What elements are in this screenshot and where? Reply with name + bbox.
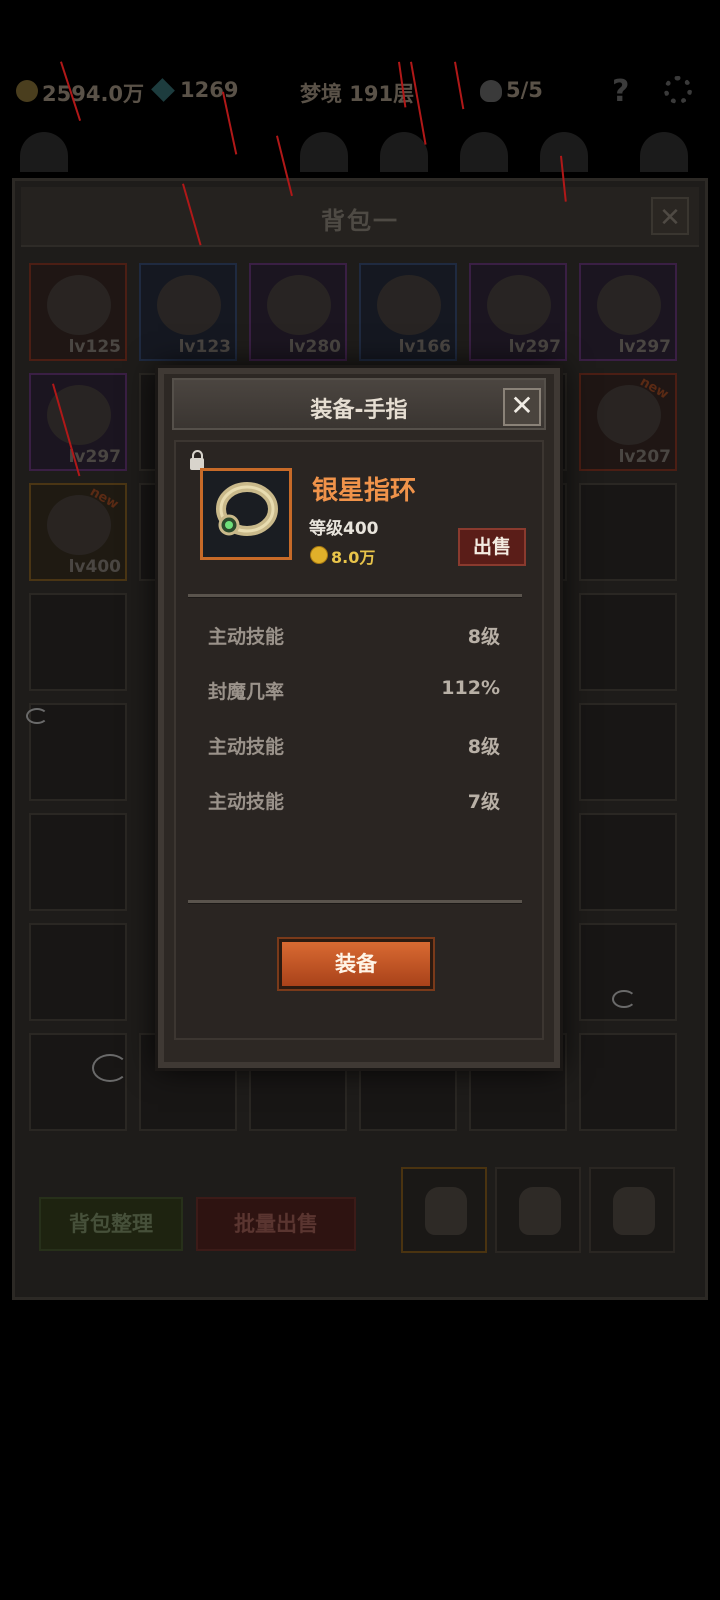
ring-icon: [216, 482, 278, 536]
wind-swirl: [26, 708, 48, 724]
hero-slot[interactable]: [640, 132, 688, 172]
bulk-sell-button[interactable]: 批量出售: [196, 1197, 356, 1251]
gold-amount: 2594.0万: [42, 82, 145, 106]
bag-slot[interactable]: [29, 593, 127, 691]
stat-value: 7级: [467, 791, 500, 813]
item-level: lv297: [618, 337, 671, 357]
hero-slot[interactable]: [460, 132, 508, 172]
equipment-dialog: 装备-手指 ✕ 银星指环 等级400 8.0万 出售 主动技能 8级 封魔几率 …: [158, 368, 560, 1068]
hero-slot[interactable]: [380, 132, 428, 172]
divider: [188, 594, 522, 598]
wind-swirl: [92, 1054, 128, 1082]
helmet-icon: [487, 275, 551, 335]
stat-value: 8级: [467, 626, 500, 648]
bag-tab-2[interactable]: [495, 1167, 581, 1253]
bag-slot[interactable]: [29, 813, 127, 911]
amulet-icon: [267, 275, 331, 335]
item-icon-frame: [200, 468, 292, 560]
bag-icon: [519, 1187, 561, 1235]
bag-slot[interactable]: lv125: [29, 263, 127, 361]
bag-slot[interactable]: lv123: [139, 263, 237, 361]
hat-icon: [47, 275, 111, 335]
hood-icon: [157, 275, 221, 335]
bag-tab-1[interactable]: [401, 1167, 487, 1253]
bag-slot[interactable]: lv166: [359, 263, 457, 361]
item-level: lv400: [68, 557, 121, 577]
divider: [188, 900, 522, 904]
close-button[interactable]: ✕: [503, 388, 541, 426]
bag-slot[interactable]: [579, 483, 677, 581]
dialog-body: 银星指环 等级400 8.0万 出售 主动技能 8级 封魔几率 112% 主动技…: [174, 440, 544, 1040]
bag-slot[interactable]: [579, 1033, 677, 1131]
item-level: lv280: [288, 337, 341, 357]
bag-slot[interactable]: new lv400: [29, 483, 127, 581]
bag-slot[interactable]: [579, 813, 677, 911]
bag-slot[interactable]: [29, 1033, 127, 1131]
stat-value: 8级: [467, 736, 500, 758]
wind-swirl: [612, 990, 636, 1008]
armor-icon: [377, 275, 441, 335]
item-level: lv123: [178, 337, 231, 357]
item-level: 等级400: [309, 519, 379, 539]
item-level: lv297: [508, 337, 561, 357]
bag-tab-3[interactable]: [589, 1167, 675, 1253]
gold-coin-icon: [16, 80, 38, 102]
bag-slot[interactable]: lv280: [249, 263, 347, 361]
gem-icon: [151, 78, 175, 102]
hero-slot[interactable]: [540, 132, 588, 172]
item-level: lv207: [618, 447, 671, 467]
sell-button[interactable]: 出售: [458, 528, 526, 566]
dialog-header: 装备-手指 ✕: [172, 378, 546, 430]
sort-bag-button[interactable]: 背包整理: [39, 1197, 183, 1251]
stat-label: 主动技能: [208, 736, 285, 758]
gear-icon[interactable]: [664, 76, 692, 104]
equip-button[interactable]: 装备: [279, 939, 433, 989]
item-level: lv166: [398, 337, 451, 357]
help-icon[interactable]: ?: [612, 74, 629, 109]
stat-label: 主动技能: [208, 626, 285, 648]
skull-count: 5/5: [506, 78, 543, 102]
stage-label: 梦境 191层: [300, 82, 415, 106]
item-name: 银星指环: [312, 476, 417, 506]
dagger-icon: [597, 275, 661, 335]
bag-icon: [425, 1187, 467, 1235]
gem-amount: 1269: [180, 78, 239, 102]
bag-slot[interactable]: lv297: [29, 373, 127, 471]
bag-close-button[interactable]: ✕: [651, 197, 689, 235]
hero-strip: [0, 124, 720, 174]
bag-slot[interactable]: lv297: [579, 263, 677, 361]
item-price: 8.0万: [331, 548, 376, 567]
hero-slot[interactable]: [20, 132, 68, 172]
gold-coin-icon: [310, 546, 328, 564]
bag-slot[interactable]: [579, 593, 677, 691]
dialog-title: 装备-手指: [310, 398, 408, 423]
bag-icon: [613, 1187, 655, 1235]
item-level: lv125: [68, 337, 121, 357]
top-resource-bar: 2594.0万 1269 梦境 191层 5/5 ?: [0, 60, 720, 120]
bag-slot[interactable]: new lv207: [579, 373, 677, 471]
hero-slot[interactable]: [300, 132, 348, 172]
skull-icon: [480, 80, 502, 102]
bag-slot[interactable]: [29, 923, 127, 1021]
bag-slot[interactable]: lv297: [469, 263, 567, 361]
bag-slot[interactable]: [579, 703, 677, 801]
stat-value: 112%: [441, 677, 500, 699]
stat-label: 主动技能: [208, 791, 285, 813]
stat-label: 封魔几率: [208, 681, 285, 703]
bag-header: 背包一 ✕: [21, 187, 699, 247]
bag-title: 背包一: [321, 207, 399, 235]
